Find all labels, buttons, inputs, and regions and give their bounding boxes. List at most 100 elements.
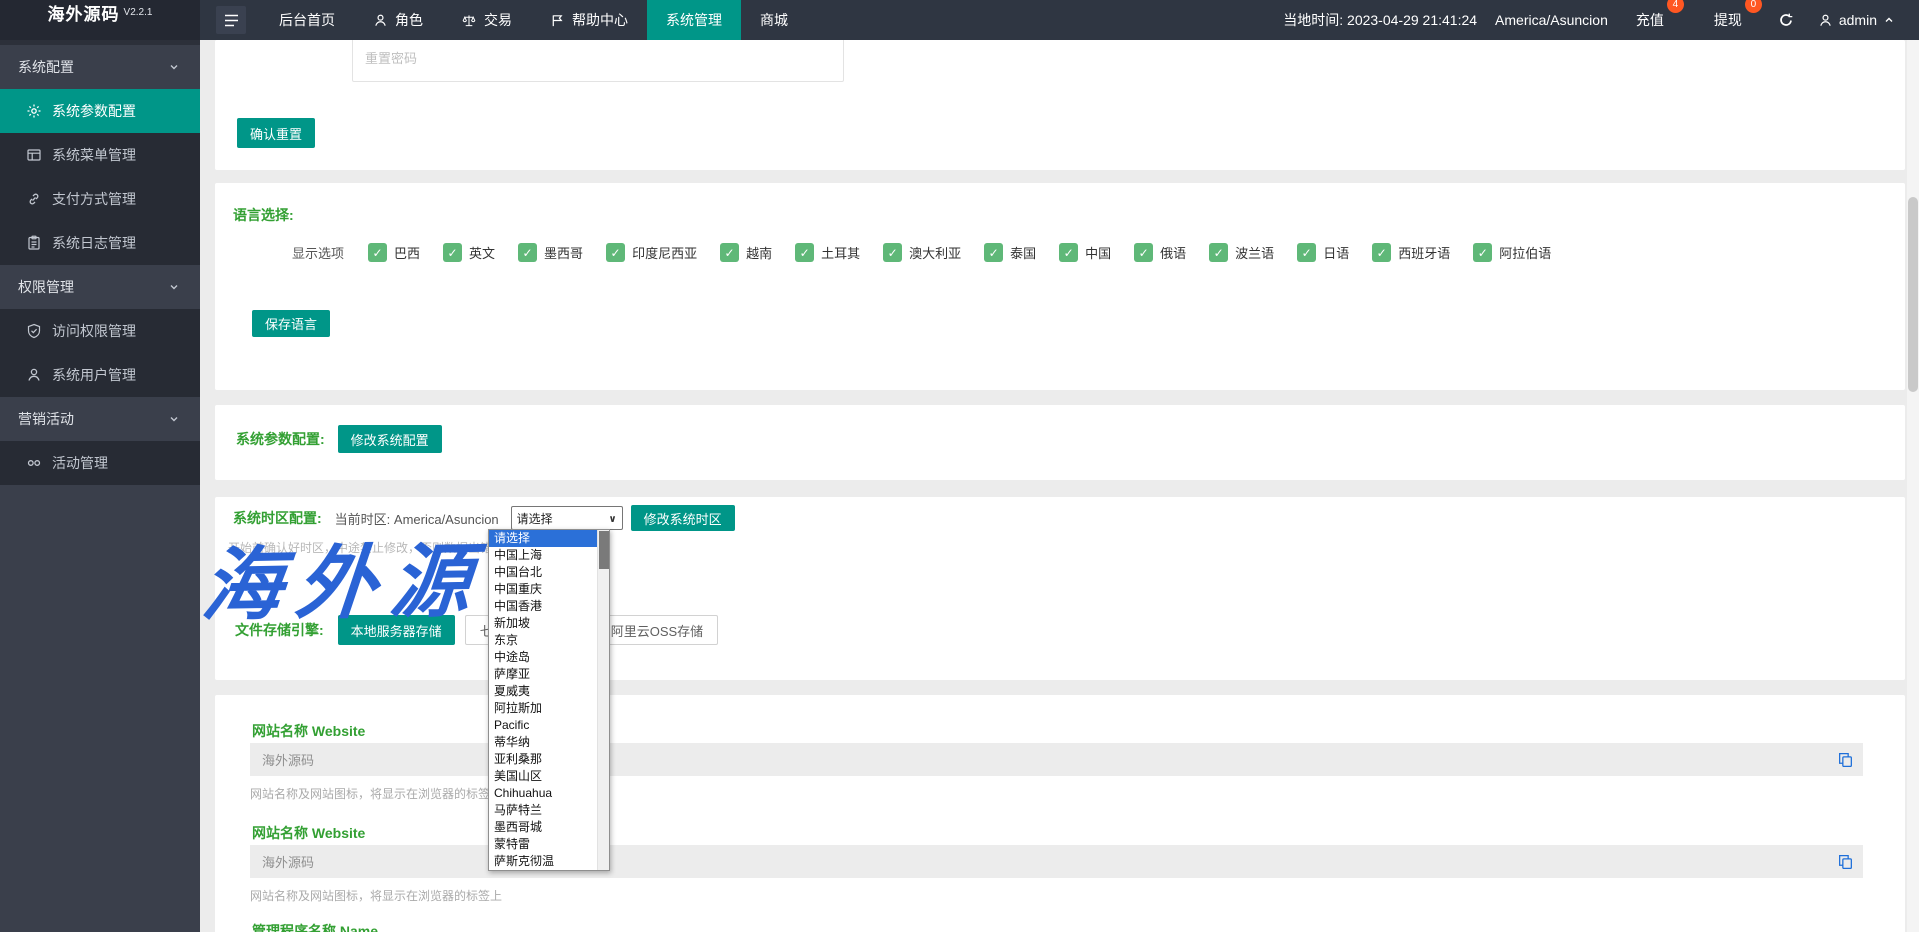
local-storage-button[interactable]: 本地服务器存储 xyxy=(338,615,455,645)
scales-icon xyxy=(461,13,477,28)
checkbox-checked-icon xyxy=(606,243,625,262)
reset-password-input[interactable] xyxy=(352,40,844,82)
hamburger-icon xyxy=(224,14,239,27)
app-logo: 海外源码 V2.2.1 xyxy=(0,0,200,40)
modify-sysconfig-button[interactable]: 修改系统配置 xyxy=(338,425,442,453)
app-version: V2.2.1 xyxy=(124,7,153,18)
dropdown-option[interactable]: 马萨特兰 xyxy=(489,802,598,819)
sidebar-item-system-params[interactable]: 系统参数配置 xyxy=(0,89,200,133)
sidebar-item-access-mgmt[interactable]: 访问权限管理 xyxy=(0,309,200,353)
sidebar-item-user-mgmt[interactable]: 系统用户管理 xyxy=(0,353,200,397)
dropdown-option[interactable]: 美国山区 xyxy=(489,768,598,785)
language-options: 巴西 英文 墨西哥 印度尼西亚 越南 土耳其 澳大利亚 泰国 中国 俄语 波兰语… xyxy=(368,243,1551,262)
flag-icon xyxy=(550,13,565,28)
shield-check-icon xyxy=(26,323,42,339)
nav-item-mall[interactable]: 商城 xyxy=(741,0,807,40)
app-title: 海外源码 xyxy=(48,0,120,25)
clipboard-icon xyxy=(26,235,42,251)
chevron-down-icon xyxy=(168,413,180,425)
withdraw-button[interactable]: 提现 0 xyxy=(1692,10,1764,30)
dropdown-option[interactable]: 夏威夷 xyxy=(489,683,598,700)
password-reset-card: 确认重置 xyxy=(215,40,1905,170)
checkbox-checked-icon xyxy=(1372,243,1391,262)
dropdown-option[interactable]: 东京 xyxy=(489,632,598,649)
language-checkbox-japanese[interactable]: 日语 xyxy=(1297,243,1349,262)
checkbox-checked-icon xyxy=(443,243,462,262)
infinity-icon xyxy=(26,455,42,471)
language-checkbox-arabic[interactable]: 阿拉伯语 xyxy=(1473,243,1551,262)
checkbox-checked-icon xyxy=(368,243,387,262)
sidebar-item-log-mgmt[interactable]: 系统日志管理 xyxy=(0,221,200,265)
language-checkbox-thailand[interactable]: 泰国 xyxy=(984,243,1036,262)
sidebar-group-permissions[interactable]: 权限管理 xyxy=(0,265,200,309)
checkbox-checked-icon xyxy=(883,243,902,262)
timezone-dropdown: 请选择 中国上海 中国台北 中国重庆 中国香港 新加坡 东京 中途岛 萨摩亚 夏… xyxy=(488,529,610,871)
dropdown-option[interactable]: 中国香港 xyxy=(489,598,598,615)
page-scrollbar[interactable] xyxy=(1907,40,1919,932)
recharge-badge: 4 xyxy=(1667,0,1684,13)
sidebar-item-menu-mgmt[interactable]: 系统菜单管理 xyxy=(0,133,200,177)
dropdown-option[interactable]: Chihuahua xyxy=(489,785,598,802)
timezone-select[interactable]: 请选择 xyxy=(511,506,623,530)
dropdown-option[interactable]: 请选择 xyxy=(489,530,598,547)
alioss-storage-button[interactable]: 阿里云OSS存储 xyxy=(596,615,718,645)
nav-item-roles[interactable]: 角色 xyxy=(354,0,442,40)
modify-timezone-button[interactable]: 修改系统时区 xyxy=(631,505,735,531)
dropdown-scrollbar-thumb[interactable] xyxy=(599,531,609,569)
dropdown-option[interactable]: 中国上海 xyxy=(489,547,598,564)
refresh-button[interactable] xyxy=(1764,12,1808,28)
language-checkbox-mexico[interactable]: 墨西哥 xyxy=(518,243,583,262)
language-checkbox-turkey[interactable]: 土耳其 xyxy=(795,243,860,262)
language-checkbox-english[interactable]: 英文 xyxy=(443,243,495,262)
language-checkbox-indonesia[interactable]: 印度尼西亚 xyxy=(606,243,697,262)
dropdown-option[interactable]: 蒂华纳 xyxy=(489,734,598,751)
language-checkbox-brazil[interactable]: 巴西 xyxy=(368,243,420,262)
sysparam-card: 系统参数配置: 修改系统配置 xyxy=(215,405,1905,480)
confirm-reset-button[interactable]: 确认重置 xyxy=(237,118,315,148)
language-checkbox-china[interactable]: 中国 xyxy=(1059,243,1111,262)
dropdown-option[interactable]: 萨斯克彻温 xyxy=(489,853,598,870)
dropdown-option[interactable]: 中途岛 xyxy=(489,649,598,666)
copy-icon[interactable] xyxy=(1837,853,1854,870)
dropdown-option[interactable]: 中国重庆 xyxy=(489,581,598,598)
dropdown-option[interactable]: 亚利桑那 xyxy=(489,751,598,768)
nav-item-trade[interactable]: 交易 xyxy=(442,0,531,40)
sidebar-item-activity-mgmt[interactable]: 活动管理 xyxy=(0,441,200,485)
language-checkbox-spanish[interactable]: 西班牙语 xyxy=(1372,243,1450,262)
dropdown-option[interactable]: 新加坡 xyxy=(489,615,598,632)
recharge-button[interactable]: 充值 4 xyxy=(1614,10,1686,30)
chevron-up-icon xyxy=(1883,14,1895,26)
dropdown-option[interactable]: Pacific xyxy=(489,717,598,734)
website-name-hint: 网站名称及网站图标，将显示在浏览器的标签上 xyxy=(250,785,502,802)
language-options-row: 显示选项 巴西 英文 墨西哥 印度尼西亚 越南 土耳其 澳大利亚 泰国 中国 俄… xyxy=(292,243,1551,262)
save-language-button[interactable]: 保存语言 xyxy=(252,310,330,337)
user-menu[interactable]: admin xyxy=(1808,12,1905,28)
checkbox-checked-icon xyxy=(1297,243,1316,262)
language-row-label: 显示选项 xyxy=(292,243,344,262)
nav-item-help[interactable]: 帮助中心 xyxy=(531,0,647,40)
sidebar-group-marketing[interactable]: 营销活动 xyxy=(0,397,200,441)
dropdown-option[interactable]: 萨摩亚 xyxy=(489,666,598,683)
dropdown-option[interactable]: 墨西哥城 xyxy=(489,819,598,836)
gear-icon xyxy=(26,103,42,119)
sidebar-group-system-config[interactable]: 系统配置 xyxy=(0,45,200,89)
navbar-timezone: America/Asuncion xyxy=(1495,12,1608,28)
nav-item-system[interactable]: 系统管理 xyxy=(647,0,741,40)
dropdown-option[interactable]: 阿拉斯加 xyxy=(489,700,598,717)
sidebar-item-payment-mgmt[interactable]: 支付方式管理 xyxy=(0,177,200,221)
language-checkbox-vietnam[interactable]: 越南 xyxy=(720,243,772,262)
main-menu: 后台首页 角色 交易 帮助中心 系统管理 商城 xyxy=(260,0,807,40)
nav-item-dashboard[interactable]: 后台首页 xyxy=(260,0,354,40)
sidebar-toggle-button[interactable] xyxy=(216,6,246,34)
website-name-hint: 网站名称及网站图标，将显示在浏览器的标签上 xyxy=(250,887,502,904)
dropdown-option[interactable]: 蒙特雷 xyxy=(489,836,598,853)
copy-icon[interactable] xyxy=(1837,751,1854,768)
dropdown-scrollbar[interactable] xyxy=(597,530,609,870)
language-checkbox-russian[interactable]: 俄语 xyxy=(1134,243,1186,262)
withdraw-badge: 0 xyxy=(1745,0,1762,13)
page-scrollbar-thumb[interactable] xyxy=(1908,197,1918,392)
checkbox-checked-icon xyxy=(720,243,739,262)
language-checkbox-polish[interactable]: 波兰语 xyxy=(1209,243,1274,262)
language-checkbox-australia[interactable]: 澳大利亚 xyxy=(883,243,961,262)
dropdown-option[interactable]: 中国台北 xyxy=(489,564,598,581)
